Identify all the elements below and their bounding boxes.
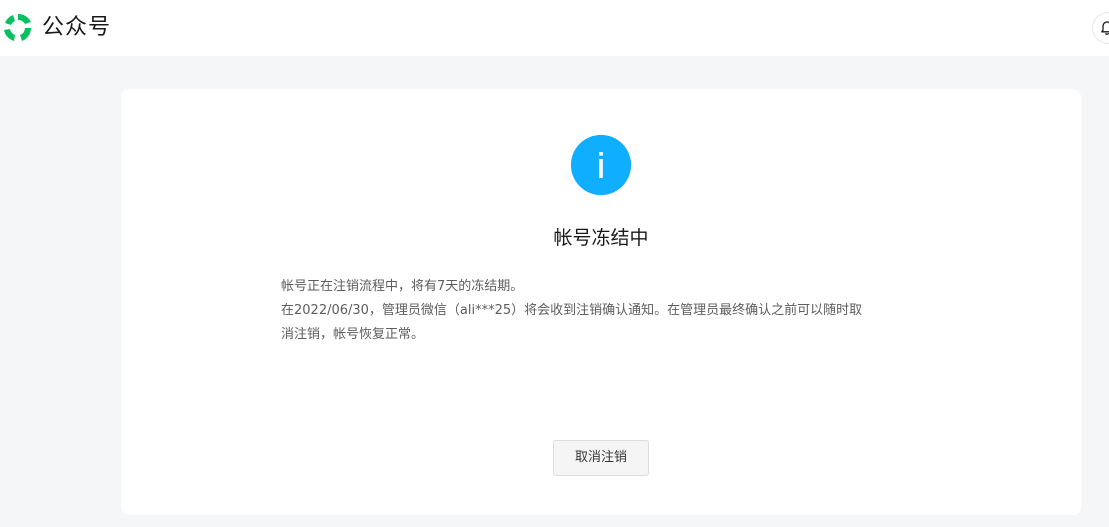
top-bar: 公众号: [0, 0, 1109, 56]
brand-name: 公众号: [42, 15, 112, 40]
cancel-deregistration-button[interactable]: 取消注销: [553, 440, 649, 476]
notice-message: 帐号正在注销流程中，将有7天的冻结期。 在2022/06/30，管理员微信（al…: [281, 275, 911, 347]
notice-line: 在2022/06/30，管理员微信（ali***25）将会收到注销确认通知。在管…: [281, 303, 863, 318]
wechat-official-account-logo-icon: [4, 13, 31, 41]
notice-line: 消注销，帐号恢复正常。: [281, 327, 425, 342]
account-status-card: 帐号冻结中 帐号正在注销流程中，将有7天的冻结期。 在2022/06/30，管理…: [121, 89, 1081, 515]
notification-button[interactable]: [1092, 12, 1109, 44]
notice-line: 帐号正在注销流程中，将有7天的冻结期。: [281, 279, 524, 294]
info-icon: [571, 135, 631, 195]
brand[interactable]: 公众号: [0, 10, 111, 46]
bell-icon: [1101, 21, 1109, 35]
page-title: 帐号冻结中: [553, 227, 649, 249]
